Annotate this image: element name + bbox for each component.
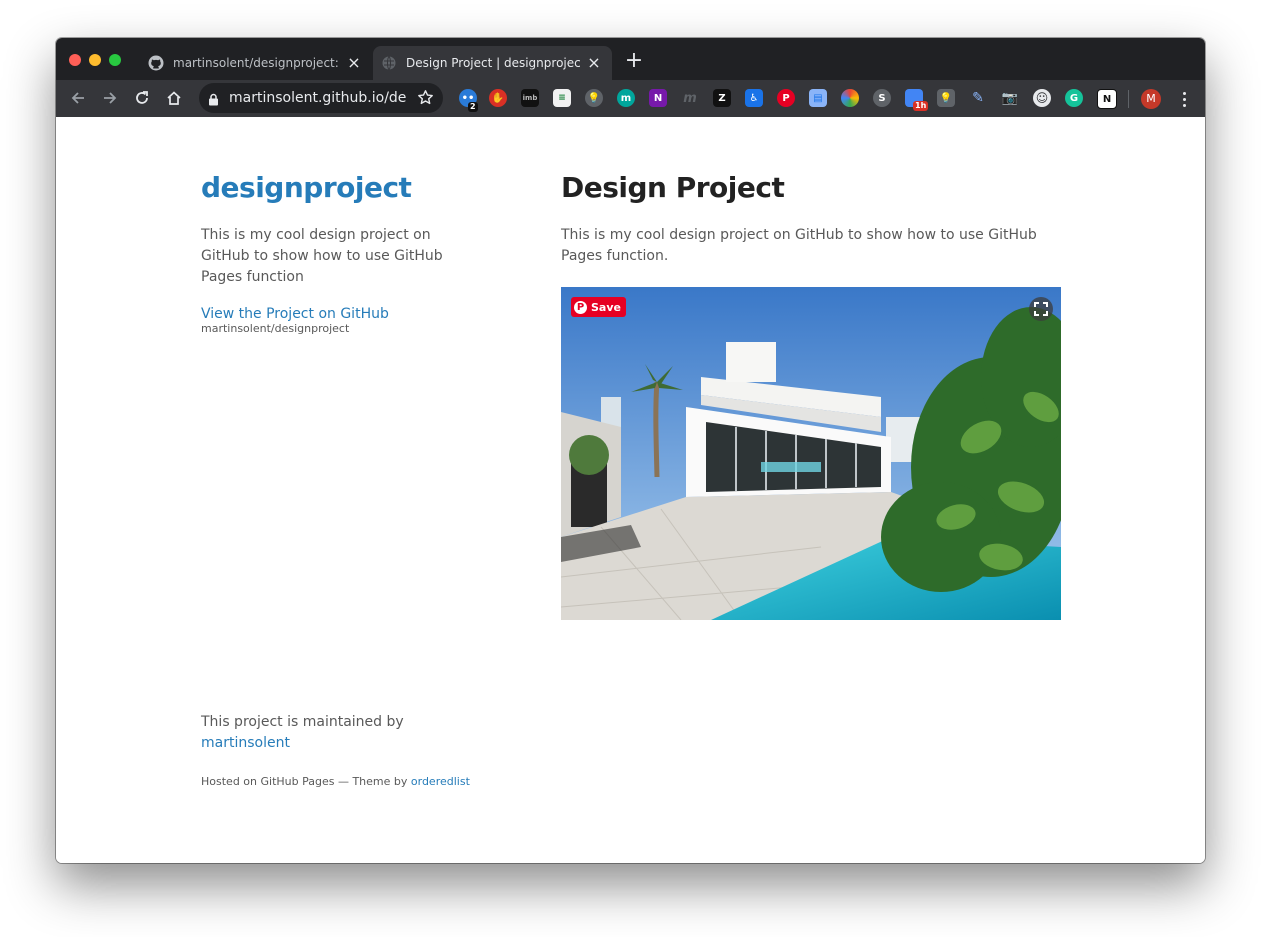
maintained-by-text: This project is maintained by (201, 714, 404, 730)
notes-ext-icon[interactable]: ✎ (969, 89, 987, 107)
tab-title: Design Project | designproject (406, 56, 580, 70)
m-ext-icon[interactable]: m (617, 89, 635, 107)
hosted-line: Hosted on GitHub Pages — Theme by ordere… (201, 775, 491, 789)
zebra-ext-icon[interactable]: Z (713, 89, 731, 107)
view-on-github-link[interactable]: View the Project on GitHub (201, 306, 471, 322)
tab-title: martinsolent/designproject: This (173, 56, 340, 70)
fullscreen-icon[interactable] (1029, 297, 1053, 321)
tab-github-repo[interactable]: martinsolent/designproject: This × (140, 46, 372, 80)
home-icon[interactable] (162, 86, 186, 110)
photo-illustration (561, 287, 1061, 620)
tab-design-project[interactable]: Design Project | designproject × (373, 46, 612, 80)
reload-icon[interactable] (130, 86, 154, 110)
pinterest-ext-icon[interactable]: P (777, 89, 795, 107)
page-viewport: designproject This is my cool design pro… (56, 117, 1205, 863)
lock-icon[interactable] (208, 91, 219, 110)
tab-strip: martinsolent/designproject: This × Desig… (56, 38, 1205, 80)
lightbulb-ext-icon[interactable]: 💡 (585, 89, 603, 107)
colorwheel-ext-icon[interactable] (841, 89, 859, 107)
skype-ext-icon[interactable]: S (873, 89, 891, 107)
site-description: This is my cool design project on GitHub… (201, 227, 443, 285)
new-tab-icon[interactable]: + (624, 50, 644, 72)
theme-author-link[interactable]: orderedlist (411, 775, 470, 788)
puzzle-ext-badge: 2 (468, 102, 478, 112)
forward-icon[interactable] (98, 86, 122, 110)
pinterest-icon: P (574, 300, 587, 314)
maintainer-line: This project is maintained by martinsole… (201, 712, 491, 754)
browser-toolbar: martinsolent.github.io/de... •• 2 ✋ imb … (56, 80, 1205, 117)
site-title[interactable]: designproject (201, 171, 471, 204)
page-heading: Design Project (561, 171, 785, 204)
github-repo-label: martinsolent/designproject (201, 322, 350, 335)
close-tab-icon[interactable]: × (346, 55, 362, 71)
address-bar[interactable]: martinsolent.github.io/de... (199, 83, 443, 113)
docs-ext-icon[interactable]: ▤ (809, 89, 827, 107)
close-tab-icon[interactable]: × (586, 55, 602, 71)
globe-icon (381, 55, 397, 71)
maximize-window-button[interactable] (109, 54, 121, 66)
toolbar-divider (1128, 90, 1129, 108)
house-pool-photo: P Save (561, 287, 1061, 620)
url-text: martinsolent.github.io/de... (229, 90, 407, 106)
smiley-ext-icon[interactable]: ☺ (1033, 89, 1051, 107)
hosted-text: Hosted on GitHub Pages — Theme by (201, 775, 408, 788)
accessibility-ext-icon[interactable]: ♿ (745, 89, 763, 107)
browser-window: martinsolent/designproject: This × Desig… (56, 38, 1205, 863)
grammarly-ext-icon[interactable]: G (1065, 89, 1083, 107)
github-icon (148, 55, 164, 71)
imdb-ext-icon[interactable]: imb (521, 89, 539, 107)
profile-avatar[interactable]: M (1141, 89, 1161, 109)
onenote-ext-icon[interactable]: N (649, 89, 667, 107)
calendar-ext-badge: 1h (913, 101, 929, 111)
more-menu-icon[interactable] (1176, 88, 1192, 110)
stop-hand-ext-icon[interactable]: ✋ (489, 89, 507, 107)
minimize-window-button[interactable] (89, 54, 101, 66)
main-content: Design Project This is my cool design pr… (561, 171, 1061, 620)
footer: This project is maintained by martinsole… (201, 712, 491, 789)
notion-ext-icon[interactable]: N (1097, 89, 1117, 109)
m-gray-ext-icon[interactable]: m (681, 89, 699, 107)
camera-ext-icon[interactable]: 📷 (1001, 89, 1019, 107)
keep-ext-icon[interactable]: 💡 (937, 89, 955, 107)
pinterest-save-label: Save (591, 300, 621, 314)
page-lead: This is my cool design project on GitHub… (561, 227, 1037, 264)
pinterest-save-button[interactable]: P Save (571, 297, 626, 317)
close-window-button[interactable] (69, 54, 81, 66)
sheets-ext-icon[interactable]: ≡ (553, 89, 571, 107)
maintainer-link[interactable]: martinsolent (201, 735, 290, 751)
sidebar: designproject This is my cool design pro… (201, 171, 471, 336)
back-icon[interactable] (66, 86, 90, 110)
bookmark-star-icon[interactable] (417, 89, 434, 110)
